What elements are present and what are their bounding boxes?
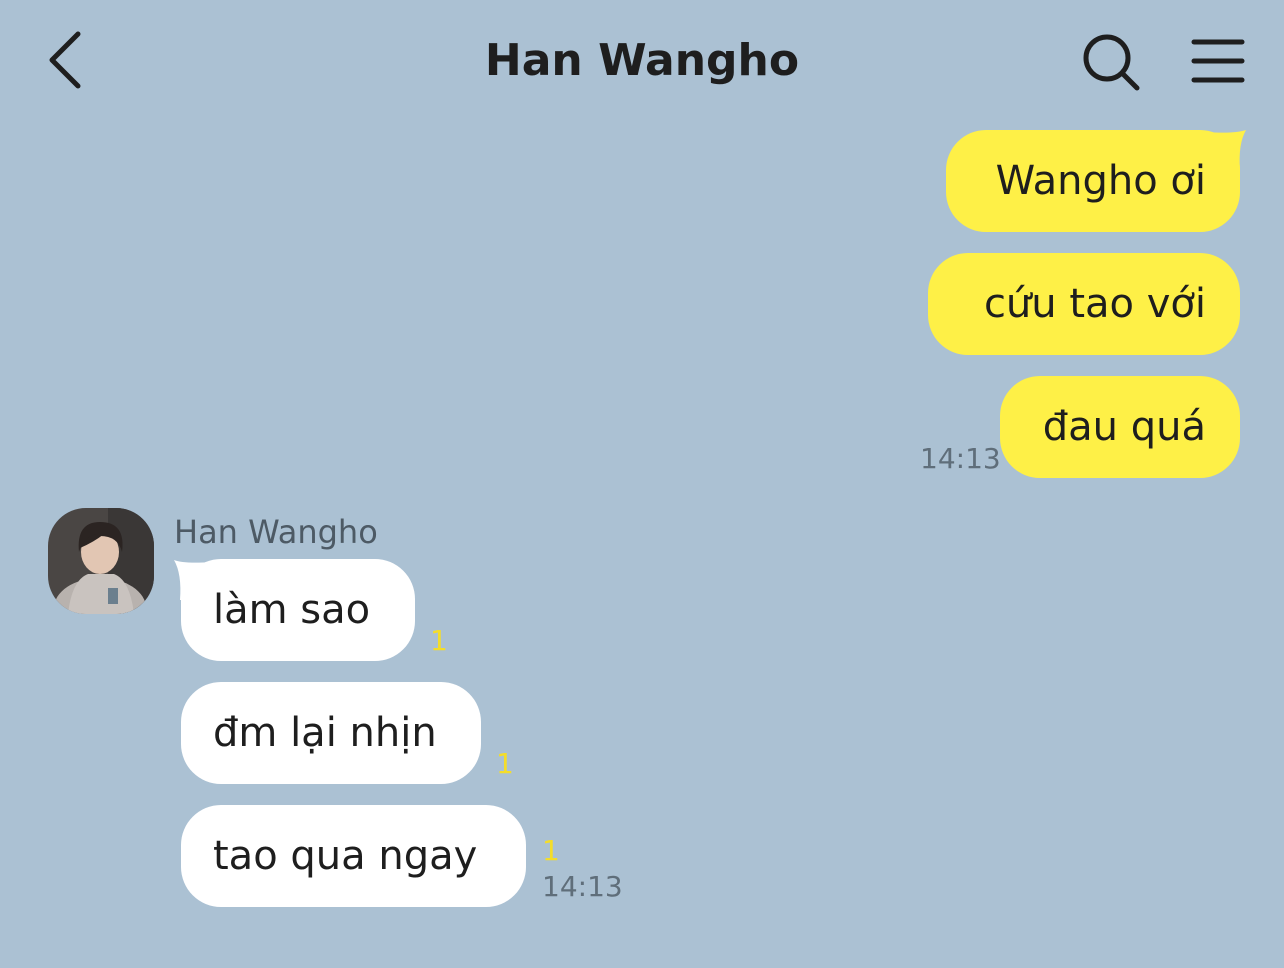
chat-header: Han Wangho (0, 0, 1284, 122)
outgoing-message[interactable]: đau quá (1000, 376, 1240, 478)
menu-button[interactable] (1186, 32, 1250, 92)
outgoing-message[interactable]: cứu tao với (928, 253, 1240, 355)
outgoing-message[interactable]: Wangho ơi (946, 130, 1240, 232)
search-icon (1083, 34, 1140, 91)
unread-count: 1 (542, 834, 560, 867)
message-timestamp: 14:13 (542, 870, 623, 903)
hamburger-menu-icon (1191, 39, 1245, 83)
search-button[interactable] (1080, 30, 1144, 94)
avatar[interactable] (48, 508, 154, 614)
sender-name: Han Wangho (174, 513, 378, 551)
profile-photo (48, 508, 154, 614)
incoming-message[interactable]: đm lại nhịn (181, 682, 481, 784)
unread-count: 1 (496, 747, 514, 780)
unread-count: 1 (430, 624, 448, 657)
incoming-message[interactable]: tao qua ngay (181, 805, 526, 907)
incoming-message[interactable]: làm sao (181, 559, 415, 661)
message-timestamp: 14:13 (920, 442, 1001, 475)
